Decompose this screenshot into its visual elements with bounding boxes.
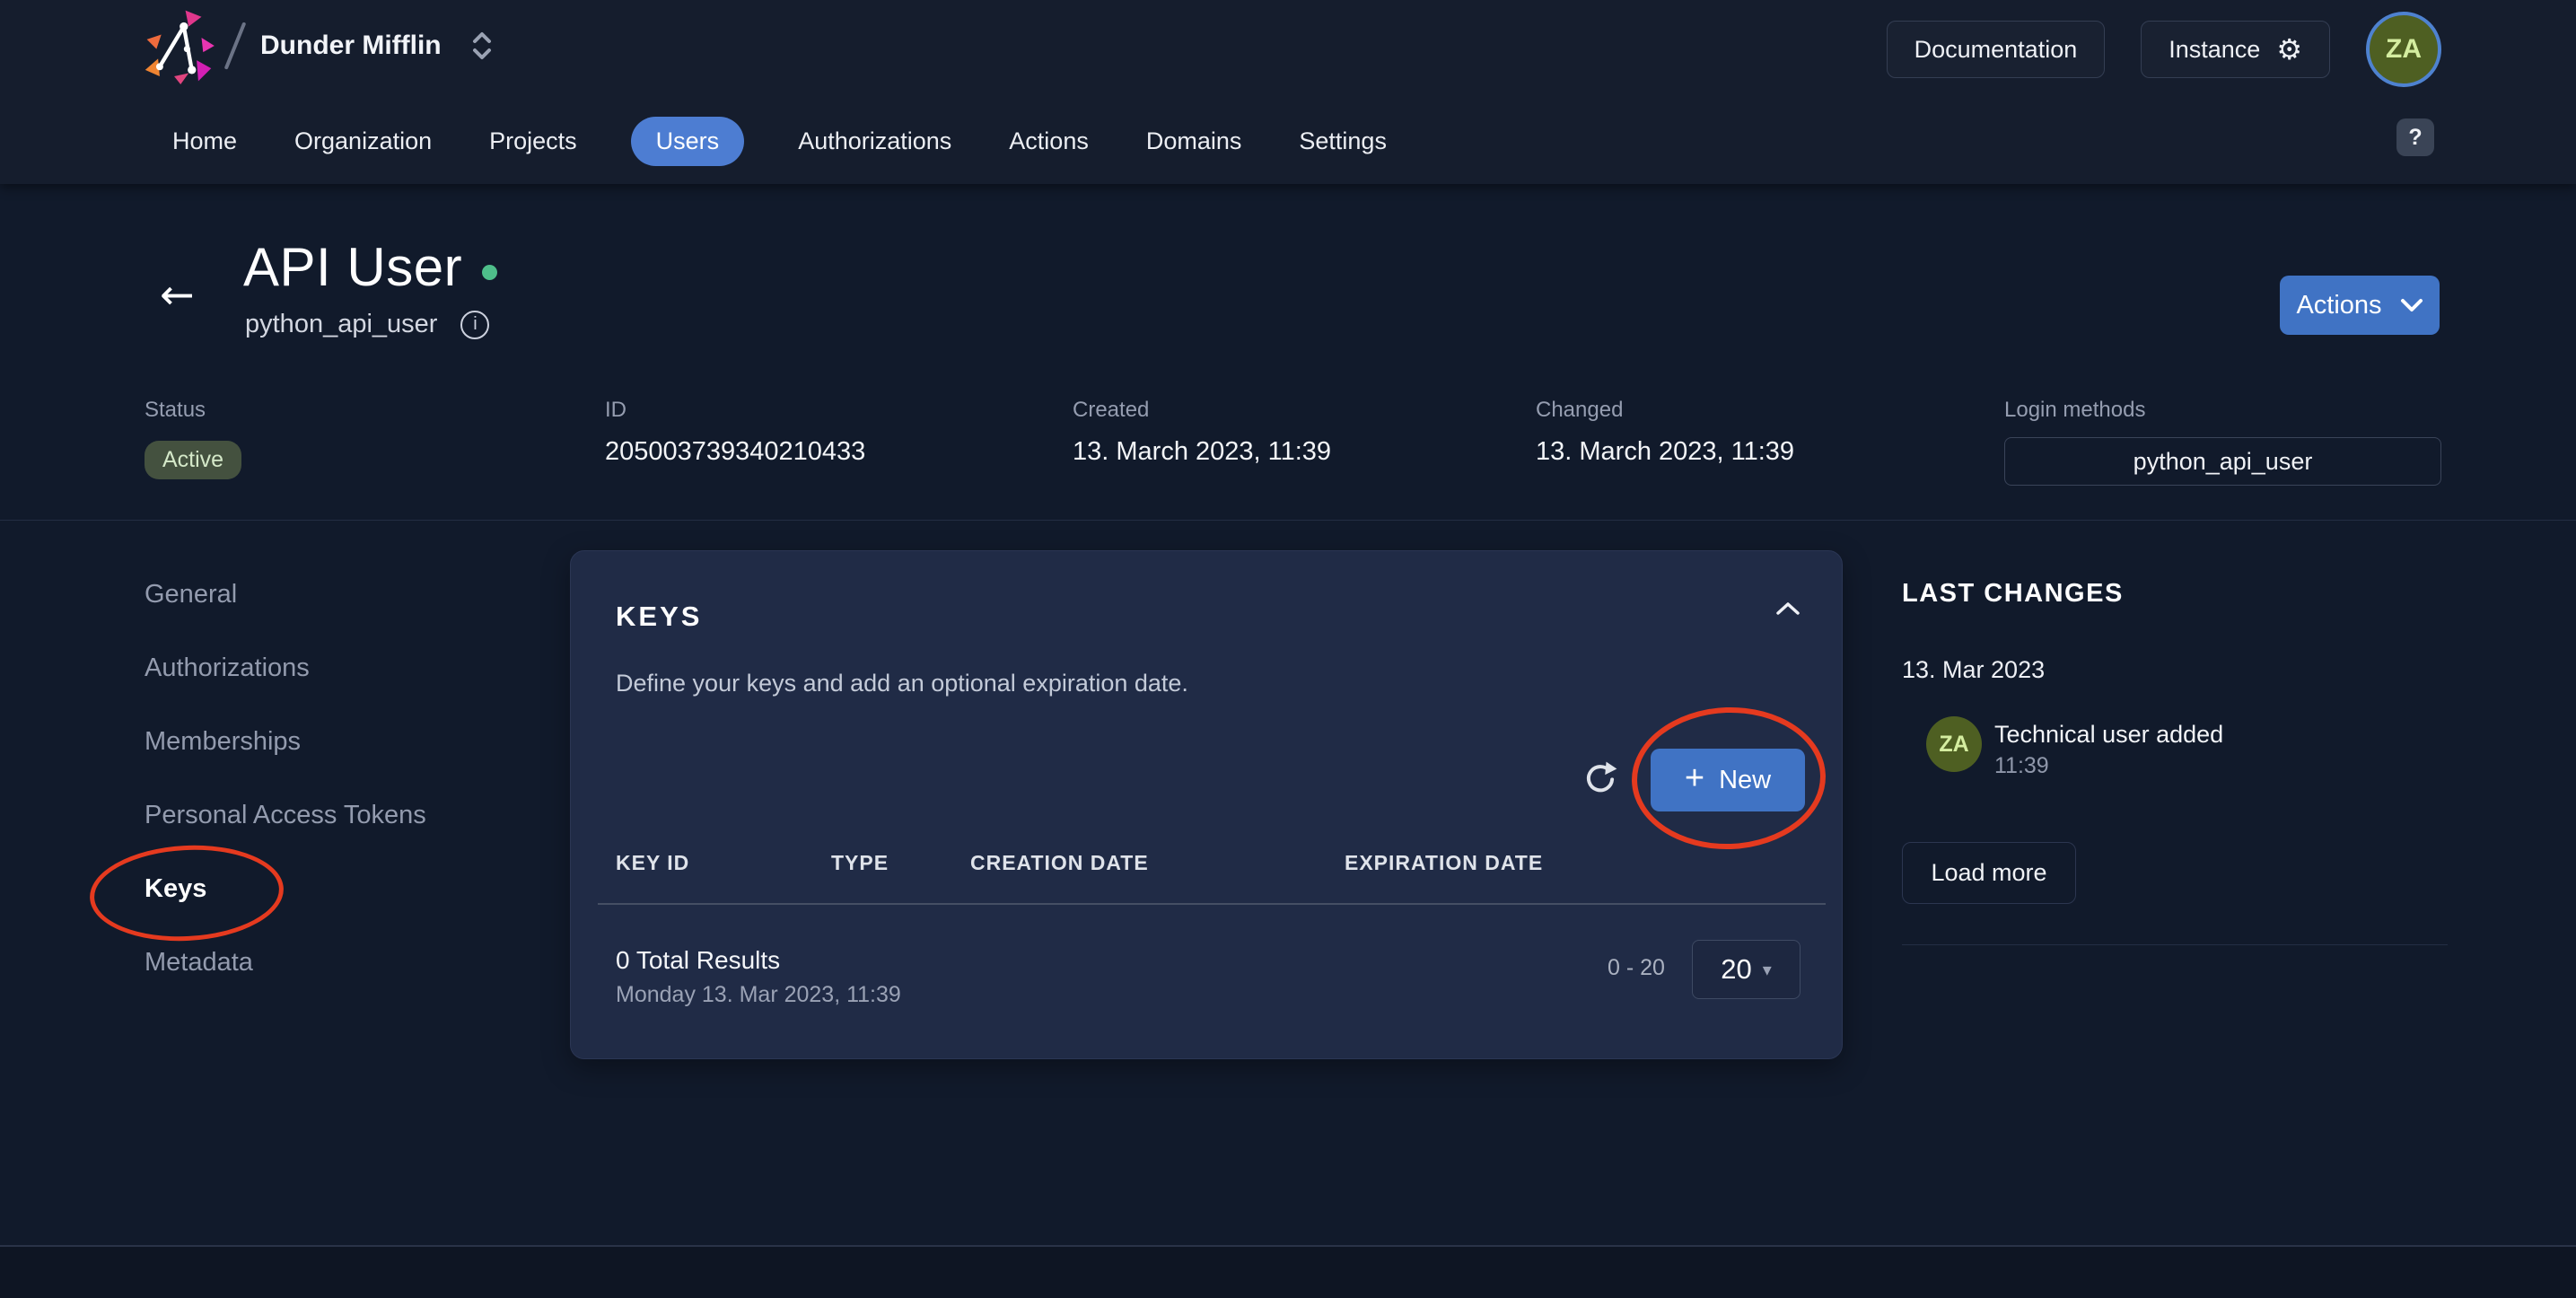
status-badge: Active	[145, 441, 241, 479]
subtitle-row: python_api_user i	[245, 310, 489, 339]
sidebar-item-personal-access-tokens[interactable]: Personal Access Tokens	[145, 778, 426, 852]
brand-area: Dunder Mifflin	[144, 7, 492, 84]
caret-down-icon: ▾	[1763, 959, 1772, 980]
keys-card: KEYS Define your keys and add an optiona…	[570, 550, 1843, 1059]
help-button[interactable]: ?	[2396, 118, 2434, 156]
avatar-initials: ZA	[2386, 34, 2422, 65]
keys-description: Define your keys and add an optional exp…	[616, 670, 1188, 697]
id-label: ID	[605, 398, 865, 423]
chevron-down-icon	[2400, 298, 2423, 312]
main-nav: Home Organization Projects Users Authori…	[0, 99, 2576, 184]
instance-button[interactable]: Instance ⚙	[2141, 21, 2330, 78]
refresh-button[interactable]	[1582, 759, 1619, 797]
chevron-up-icon	[1775, 601, 1801, 616]
event-time: 11:39	[1994, 753, 2049, 779]
pagination-range: 0 - 20	[1608, 955, 1665, 981]
created-label: Created	[1073, 398, 1331, 423]
user-header: ← API User python_api_user i Actions Sta…	[0, 184, 2576, 521]
meta-status: Status Active	[145, 398, 241, 479]
tab-users[interactable]: Users	[631, 117, 745, 166]
id-value: 205003739340210433	[605, 437, 865, 467]
login-methods-label: Login methods	[2004, 398, 2441, 423]
new-key-label: New	[1719, 766, 1771, 795]
top-bar: Dunder Mifflin Documentation Instance ⚙ …	[0, 0, 2576, 99]
status-label: Status	[145, 398, 241, 423]
top-actions: Documentation Instance ⚙ ZA	[1887, 0, 2441, 99]
new-key-button[interactable]: + New	[1651, 749, 1805, 811]
results-timestamp: Monday 13. Mar 2023, 11:39	[616, 982, 901, 1008]
column-creation-date: CREATION DATE	[970, 851, 1149, 875]
active-status-dot	[482, 265, 497, 280]
keys-card-title: KEYS	[616, 601, 702, 633]
sidebar-item-memberships[interactable]: Memberships	[145, 705, 426, 778]
column-type: TYPE	[831, 851, 889, 875]
tab-home[interactable]: Home	[169, 117, 241, 166]
gear-icon: ⚙	[2276, 35, 2302, 64]
page-size-select[interactable]: 20 ▾	[1692, 940, 1801, 999]
total-results: 0 Total Results	[616, 946, 780, 975]
last-changes-panel: LAST CHANGES 13. Mar 2023 ZA Technical u…	[1902, 550, 2448, 1017]
tab-settings[interactable]: Settings	[1295, 117, 1390, 166]
back-button[interactable]: ←	[160, 274, 195, 315]
column-key-id: KEY ID	[616, 851, 689, 875]
content-area: General Authorizations Memberships Perso…	[0, 521, 2576, 1245]
user-avatar[interactable]: ZA	[2366, 12, 2441, 87]
meta-login-methods: Login methods python_api_user	[2004, 398, 2441, 486]
username-subtitle: python_api_user	[245, 310, 437, 339]
actions-button[interactable]: Actions	[2280, 276, 2440, 335]
plus-icon: +	[1685, 761, 1704, 795]
meta-created: Created 13. March 2023, 11:39	[1073, 398, 1331, 467]
collapse-button[interactable]	[1775, 601, 1801, 616]
last-changes-title: LAST CHANGES	[1902, 579, 2124, 609]
panel-divider	[1902, 944, 2448, 945]
event-avatar: ZA	[1926, 716, 1982, 772]
console-screen: Dunder Mifflin Documentation Instance ⚙ …	[0, 0, 2576, 1298]
created-value: 13. March 2023, 11:39	[1073, 437, 1331, 467]
table-divider	[598, 903, 1826, 905]
sidebar-item-general[interactable]: General	[145, 557, 426, 631]
breadcrumb-slash	[224, 22, 247, 69]
tab-projects[interactable]: Projects	[486, 117, 581, 166]
actions-label: Actions	[2296, 291, 2381, 320]
instance-label: Instance	[2169, 36, 2260, 64]
event-text: Technical user added	[1994, 721, 2223, 749]
change-date: 13. Mar 2023	[1902, 656, 2045, 684]
documentation-label: Documentation	[1914, 36, 2078, 64]
changed-label: Changed	[1536, 398, 1794, 423]
org-name: Dunder Mifflin	[260, 31, 442, 61]
masthead: Dunder Mifflin Documentation Instance ⚙ …	[0, 0, 2576, 184]
org-switcher[interactable]: Dunder Mifflin	[260, 31, 492, 61]
sidebar-item-keys[interactable]: Keys	[145, 852, 426, 925]
sidebar-item-authorizations[interactable]: Authorizations	[145, 631, 426, 705]
page-size-value: 20	[1721, 953, 1751, 986]
footer-band	[0, 1245, 2576, 1298]
tab-actions[interactable]: Actions	[1005, 117, 1092, 166]
column-expiration-date: EXPIRATION DATE	[1345, 851, 1543, 875]
load-more-button[interactable]: Load more	[1902, 842, 2076, 904]
refresh-icon	[1582, 759, 1619, 797]
detail-sidebar: General Authorizations Memberships Perso…	[145, 557, 426, 999]
page-title: API User	[243, 236, 462, 298]
org-switcher-sort-icon	[472, 31, 492, 61]
meta-id: ID 205003739340210433	[605, 398, 865, 467]
tab-authorizations[interactable]: Authorizations	[794, 117, 955, 166]
info-icon[interactable]: i	[460, 311, 489, 339]
sidebar-item-metadata[interactable]: Metadata	[145, 925, 426, 999]
tab-organization[interactable]: Organization	[291, 117, 435, 166]
login-method-chip: python_api_user	[2004, 437, 2441, 486]
tab-domains[interactable]: Domains	[1143, 117, 1246, 166]
changed-value: 13. March 2023, 11:39	[1536, 437, 1794, 467]
zitadel-logo-icon[interactable]	[144, 7, 221, 84]
keys-table-header: KEY ID TYPE CREATION DATE EXPIRATION DAT…	[571, 851, 1842, 881]
documentation-button[interactable]: Documentation	[1887, 21, 2106, 78]
meta-changed: Changed 13. March 2023, 11:39	[1536, 398, 1794, 467]
